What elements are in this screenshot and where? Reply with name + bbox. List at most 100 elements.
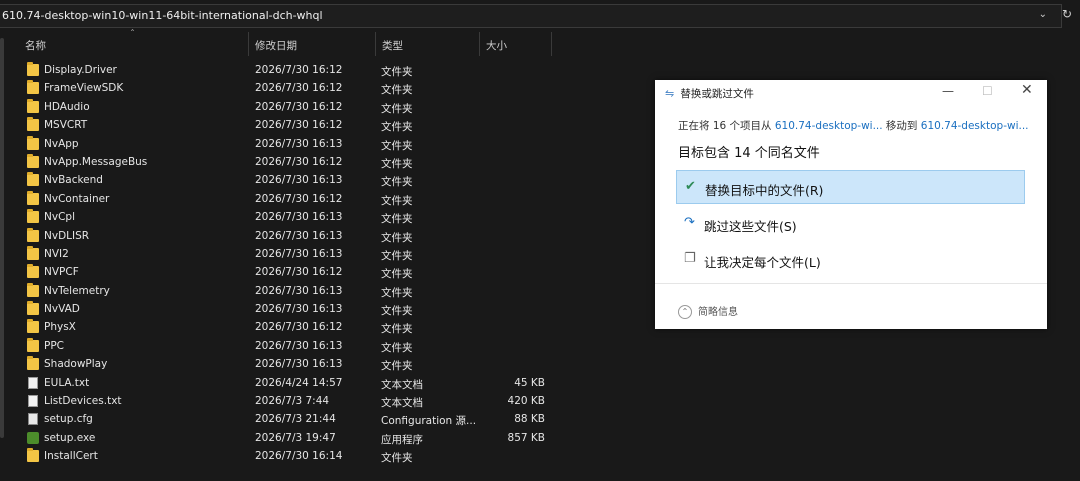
details-toggle[interactable]: ⌃ 简略信息 — [678, 303, 738, 319]
folder-icon — [27, 62, 39, 76]
desc-mid: 移动到 — [882, 120, 921, 132]
file-type: 文件夹 — [381, 66, 413, 78]
refresh-icon[interactable]: ↻ — [1062, 7, 1072, 21]
column-divider[interactable] — [248, 32, 249, 56]
address-bar[interactable]: 610.74-desktop-win10-win11-64bit-interna… — [0, 4, 1062, 28]
column-modified[interactable]: 修改日期 — [255, 38, 297, 53]
file-name: HDAudio — [44, 100, 90, 113]
skip-files-option[interactable]: ↷ 跳过这些文件(S) — [676, 207, 1025, 241]
file-row[interactable]: NvBackend 2026/7/30 16:13 文件夹 — [0, 172, 640, 190]
file-modified: 2026/7/30 16:12 — [255, 192, 343, 205]
file-type: 文件夹 — [381, 323, 413, 336]
file-modified: 2026/7/30 16:14 — [255, 450, 343, 463]
folder-icon — [27, 209, 39, 224]
folder-icon — [27, 448, 39, 463]
folder-icon — [27, 282, 39, 297]
config-file-icon — [28, 413, 38, 426]
destination-folder-link[interactable]: 610.74-desktop-wi... — [921, 120, 1029, 132]
folder-icon — [27, 227, 39, 242]
file-row[interactable]: MSVCRT 2026/7/30 16:12 文件夹 — [0, 117, 640, 135]
file-size: 857 KB — [507, 431, 545, 444]
checkmark-icon: ✔ — [685, 179, 696, 194]
file-modified: 2026/7/30 16:12 — [255, 155, 343, 168]
file-row[interactable]: setup.exe 2026/7/3 19:47 应用程序 857 KB — [0, 430, 640, 448]
file-type: 文件夹 — [381, 341, 413, 354]
column-name[interactable]: 名称 — [25, 38, 46, 53]
source-folder-link[interactable]: 610.74-desktop-wi... — [775, 120, 883, 132]
file-row[interactable]: NvApp.MessageBus 2026/7/30 16:12 文件夹 — [0, 153, 640, 172]
folder-icon — [27, 245, 39, 260]
folder-icon — [27, 190, 39, 205]
file-row[interactable]: NvDLISR 2026/7/30 16:13 文件夹 — [0, 227, 640, 246]
column-size[interactable]: 大小 — [486, 38, 507, 53]
nvidia-app-icon — [27, 431, 39, 444]
file-modified: 2026/7/30 16:12 — [255, 119, 343, 132]
file-row[interactable]: NVI2 2026/7/30 16:13 文件夹 — [0, 245, 640, 264]
file-type: 文件夹 — [381, 452, 413, 465]
file-row[interactable]: NvContainer 2026/7/30 16:12 文件夹 — [0, 190, 640, 209]
file-name: NvApp — [44, 137, 79, 150]
column-divider[interactable] — [375, 32, 376, 56]
column-type[interactable]: 类型 — [382, 38, 403, 53]
file-size: 88 KB — [514, 413, 545, 426]
file-name: InstallCert — [44, 450, 98, 463]
column-header: ˆ 名称 修改日期 类型 大小 — [0, 29, 1080, 56]
option-label: 替换目标中的文件(R) — [705, 183, 824, 198]
file-name: NvCpl — [44, 211, 75, 224]
file-modified: 2026/7/30 16:13 — [255, 211, 343, 224]
column-divider[interactable] — [551, 32, 552, 56]
file-row[interactable]: NvVAD 2026/7/30 16:13 文件夹 — [0, 301, 640, 319]
dialog-title: 替换或跳过文件 — [680, 88, 754, 100]
file-size: 420 KB — [507, 395, 545, 408]
minimize-icon[interactable]: — — [942, 84, 954, 98]
file-row[interactable]: PhysX 2026/7/30 16:12 文件夹 — [0, 319, 640, 337]
replace-or-skip-dialog: ⇋ 替换或跳过文件 — ☐ ✕ 正在将 16 个项目从 610.74-deskt… — [655, 80, 1047, 329]
file-modified: 2026/7/30 16:12 — [255, 321, 343, 334]
file-modified: 2026/7/3 19:47 — [255, 431, 336, 444]
file-row[interactable]: EULA.txt 2026/4/24 14:57 文本文档 45 KB — [0, 375, 640, 393]
file-modified: 2026/7/30 16:13 — [255, 358, 343, 371]
file-modified: 2026/7/30 16:13 — [255, 229, 343, 242]
file-type: 应用程序 — [381, 433, 423, 446]
conflict-heading: 目标包含 14 个同名文件 — [678, 146, 820, 161]
file-row[interactable]: NVPCF 2026/7/30 16:12 文件夹 — [0, 264, 640, 282]
column-divider[interactable] — [479, 32, 480, 56]
address-path[interactable]: 610.74-desktop-win10-win11-64bit-interna… — [2, 9, 323, 22]
decide-each-file-option[interactable]: ❐ 让我决定每个文件(L) — [676, 243, 1025, 277]
file-modified: 2026/7/30 16:13 — [255, 247, 343, 260]
file-row[interactable]: NvApp 2026/7/30 16:13 文件夹 — [0, 135, 640, 154]
file-row[interactable]: InstallCert 2026/7/30 16:14 文件夹 — [0, 448, 640, 466]
file-modified: 2026/7/30 16:12 — [255, 266, 343, 279]
file-type: 文件夹 — [381, 84, 413, 97]
file-name: NvVAD — [44, 303, 80, 316]
file-modified: 2026/7/30 16:13 — [255, 284, 343, 297]
move-files-icon: ⇋ — [665, 87, 675, 100]
file-row[interactable]: setup.cfg 2026/7/3 21:44 Configuration 源..… — [0, 411, 640, 429]
file-row[interactable]: PPC 2026/7/30 16:13 文件夹 — [0, 337, 640, 356]
file-modified: 2026/7/30 16:12 — [255, 82, 343, 95]
file-row[interactable]: HDAudio 2026/7/30 16:12 文件夹 — [0, 98, 640, 117]
desc-prefix: 正在将 16 个项目从 — [678, 120, 775, 132]
file-type: 文件夹 — [381, 268, 413, 281]
file-type: 文件夹 — [381, 231, 413, 244]
file-name: NvApp.MessageBus — [44, 155, 148, 168]
file-type: Configuration 源... — [381, 415, 477, 428]
file-row[interactable]: FrameViewSDK 2026/7/30 16:12 文件夹 — [0, 80, 640, 98]
maximize-icon: ☐ — [982, 84, 993, 98]
file-modified: 2026/7/30 16:13 — [255, 303, 343, 316]
file-row[interactable]: Display.Driver 2026/7/30 16:12 文件夹 — [0, 62, 640, 80]
file-type: 文本文档 — [381, 397, 423, 410]
file-modified: 2026/7/30 16:13 — [255, 174, 343, 187]
close-icon[interactable]: ✕ — [1021, 82, 1033, 98]
file-row[interactable]: NvCpl 2026/7/30 16:13 文件夹 — [0, 209, 640, 227]
file-row[interactable]: ShadowPlay 2026/7/30 16:13 文件夹 — [0, 356, 640, 374]
folder-icon — [27, 264, 39, 279]
folder-icon — [27, 319, 39, 334]
file-row[interactable]: NvTelemetry 2026/7/30 16:13 文件夹 — [0, 282, 640, 301]
file-type: 文件夹 — [381, 139, 413, 152]
file-type: 文件夹 — [381, 360, 413, 373]
replace-files-option[interactable]: ✔ 替换目标中的文件(R) — [676, 170, 1025, 204]
file-name: NvBackend — [44, 174, 103, 187]
file-row[interactable]: ListDevices.txt 2026/7/3 7:44 文本文档 420 KB — [0, 393, 640, 411]
chevron-down-icon[interactable]: ⌄ — [1039, 9, 1047, 20]
